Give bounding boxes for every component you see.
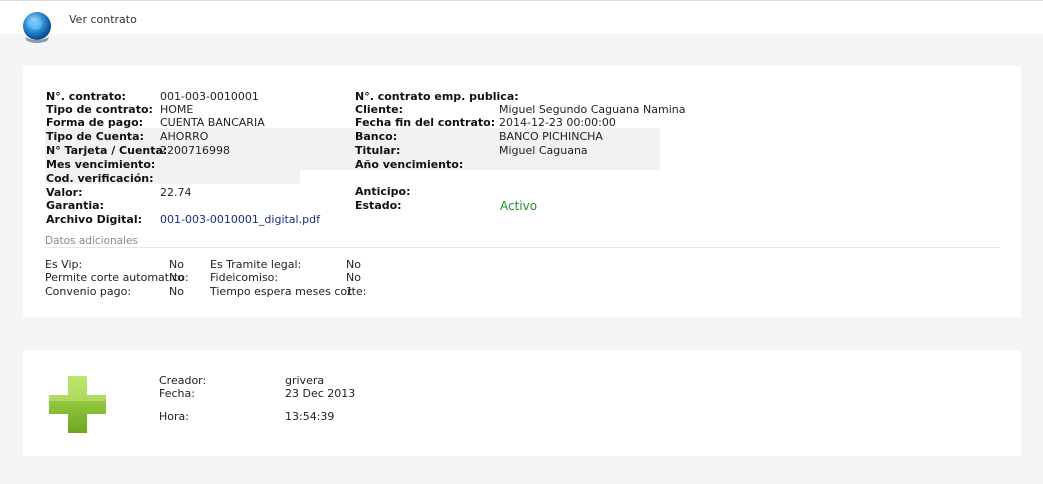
value-amount: 22.74 <box>160 186 192 199</box>
globe-icon <box>23 12 51 43</box>
legal-process-value: No <box>346 258 361 271</box>
payment-agreement-value: No <box>169 285 184 298</box>
holder-value: Miguel Caguana <box>499 144 588 157</box>
contract-end-date-label: Fecha fin del contrato: <box>355 116 496 129</box>
card-account-label: N° Tarjeta / Cuenta: <box>46 144 168 157</box>
auto-cut-label: Permite corte automatico: <box>45 271 189 284</box>
client-label: Cliente: <box>355 103 404 116</box>
payment-method-value: CUENTA BANCARIA <box>160 116 265 129</box>
account-type-value: AHORRO <box>160 130 209 143</box>
verification-code-label: Cod. verificación: <box>46 172 154 185</box>
trust-value: No <box>346 271 361 284</box>
contract-end-date-value: 2014-12-23 00:00:00 <box>499 116 616 129</box>
payment-method-label: Forma de pago: <box>46 116 144 129</box>
date-label: Fecha: <box>159 387 195 400</box>
holder-label: Titular: <box>355 144 401 157</box>
client-value: Miguel Segundo Caguana Namina <box>499 103 686 116</box>
contract-type-value: HOME <box>160 103 194 116</box>
creation-info-panel <box>23 350 1021 456</box>
status-value: Activo <box>500 199 538 213</box>
status-label: Estado: <box>355 199 402 212</box>
creator-label: Creador: <box>159 374 207 387</box>
digital-file-link[interactable]: 001-003-0010001_digital.pdf <box>160 213 320 226</box>
card-account-value: 2200716998 <box>160 144 230 157</box>
plus-icon <box>49 376 106 433</box>
auto-cut-value: No <box>169 271 184 284</box>
section-divider <box>45 247 1000 248</box>
contract-number-value: 001-003-0010001 <box>160 90 259 103</box>
date-value: 23 Dec 2013 <box>285 387 356 400</box>
advance-label: Anticipo: <box>355 185 411 198</box>
expiry-month-label: Mes vencimiento: <box>46 158 156 171</box>
bank-label: Banco: <box>355 130 398 143</box>
value-label: Valor: <box>46 186 83 199</box>
time-value: 13:54:39 <box>285 410 335 423</box>
digital-file-label: Archivo Digital: <box>46 213 143 226</box>
wait-months-label: Tiempo espera meses corte: <box>210 285 367 298</box>
expiry-year-label: Año vencimiento: <box>355 158 464 171</box>
account-type-label: Tipo de Cuenta: <box>46 130 144 143</box>
payment-agreement-label: Convenio pago: <box>45 285 132 298</box>
top-bar: Ver contrato <box>0 0 1043 43</box>
wait-months-value: 1 <box>346 285 353 298</box>
vip-value: No <box>169 258 184 271</box>
contract-number-label: N°. contrato: <box>46 90 126 103</box>
legal-process-label: Es Tramite legal: <box>210 258 302 271</box>
trust-label: Fideicomiso: <box>210 271 279 284</box>
additional-data-title: Datos adicionales <box>45 235 138 247</box>
public-contract-number-label: N°. contrato emp. publica: <box>355 90 519 103</box>
time-label: Hora: <box>159 410 189 423</box>
page-title: Ver contrato <box>69 13 137 26</box>
contract-type-label: Tipo de contrato: <box>46 103 153 116</box>
creator-value: grivera <box>285 374 325 387</box>
guarantee-label: Garantia: <box>46 199 104 212</box>
bank-value: BANCO PICHINCHA <box>499 130 603 143</box>
vip-label: Es Vip: <box>45 258 83 271</box>
